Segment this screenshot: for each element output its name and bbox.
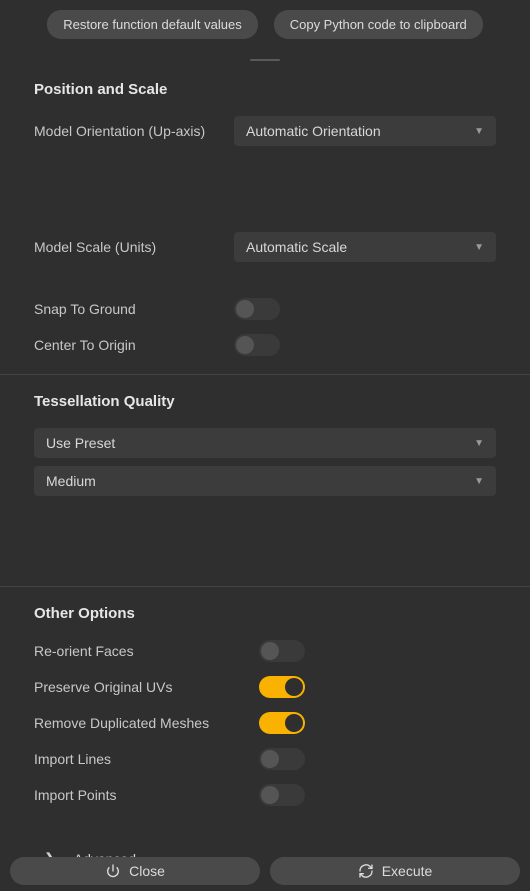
remove-dup-toggle[interactable] [259,712,305,734]
tessellation-preset-select[interactable]: Medium ▼ [34,466,496,496]
preserve-uvs-toggle[interactable] [259,676,305,698]
center-origin-toggle[interactable] [234,334,280,356]
close-button[interactable]: Close [10,857,260,885]
copy-python-button[interactable]: Copy Python code to clipboard [274,10,483,39]
model-orientation-select[interactable]: Automatic Orientation ▼ [234,116,496,146]
chevron-down-icon: ▼ [474,242,484,253]
divider-short [250,59,280,61]
model-scale-select[interactable]: Automatic Scale ▼ [234,232,496,262]
tessellation-mode-select[interactable]: Use Preset ▼ [34,428,496,458]
power-icon [105,863,121,879]
model-orientation-label: Model Orientation (Up-axis) [34,123,234,139]
section-title-tessellation: Tessellation Quality [34,393,496,410]
execute-button[interactable]: Execute [270,857,520,885]
chevron-down-icon: ▼ [474,476,484,487]
section-title-position-scale: Position and Scale [34,81,496,98]
restore-defaults-button[interactable]: Restore function default values [47,10,258,39]
import-points-label: Import Points [34,787,259,803]
snap-ground-label: Snap To Ground [34,301,234,317]
divider [0,586,530,587]
model-scale-label: Model Scale (Units) [34,239,234,255]
preserve-uvs-label: Preserve Original UVs [34,679,259,695]
snap-ground-toggle[interactable] [234,298,280,320]
reorient-faces-toggle[interactable] [259,640,305,662]
close-label: Close [129,863,165,879]
reorient-faces-label: Re-orient Faces [34,643,259,659]
import-points-toggle[interactable] [259,784,305,806]
center-origin-label: Center To Origin [34,337,234,353]
chevron-down-icon: ▼ [474,126,484,137]
model-orientation-value: Automatic Orientation [246,123,381,139]
section-title-other: Other Options [34,605,496,622]
chevron-down-icon: ▼ [474,438,484,449]
import-lines-label: Import Lines [34,751,259,767]
import-lines-toggle[interactable] [259,748,305,770]
remove-dup-label: Remove Duplicated Meshes [34,715,259,731]
divider [0,374,530,375]
model-scale-value: Automatic Scale [246,239,347,255]
tessellation-mode-value: Use Preset [46,435,115,451]
tessellation-preset-value: Medium [46,473,96,489]
refresh-icon [358,863,374,879]
execute-label: Execute [382,863,433,879]
